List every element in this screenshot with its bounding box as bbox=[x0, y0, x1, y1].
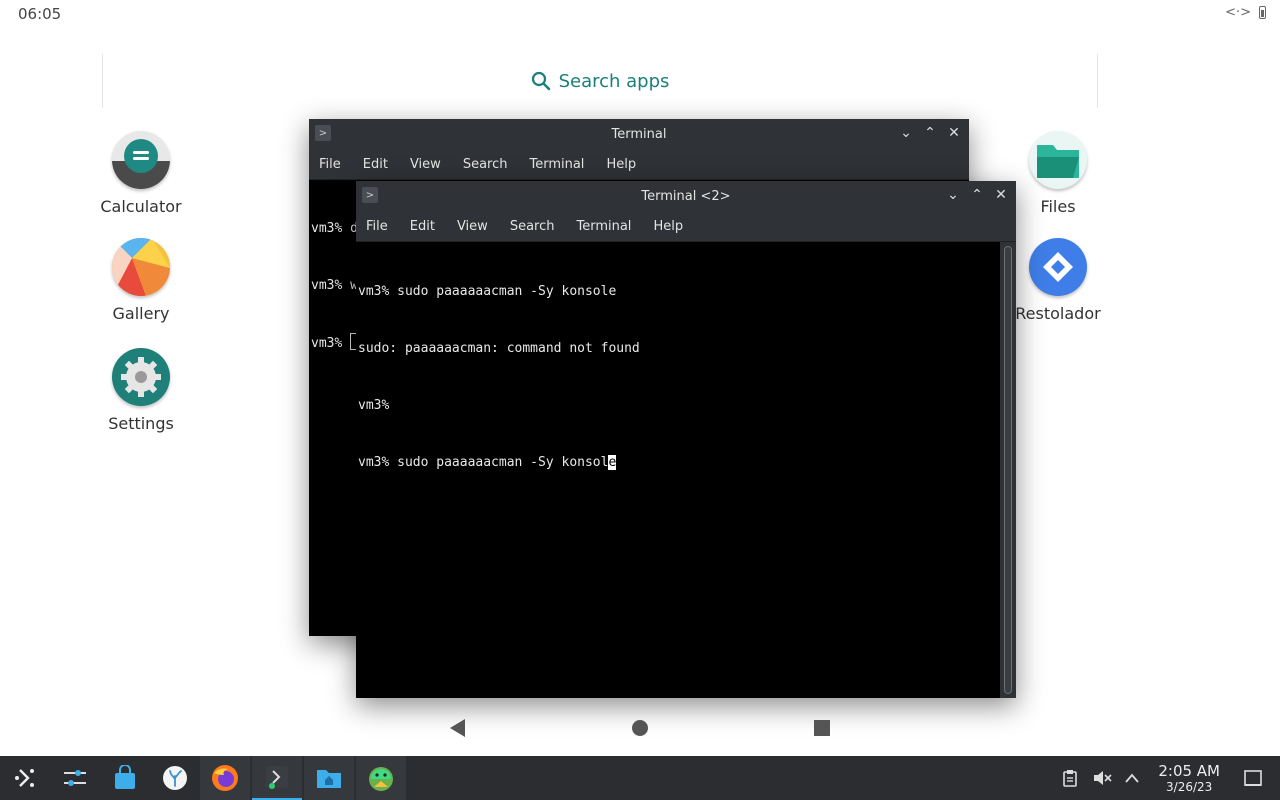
app-label: Files bbox=[1040, 197, 1076, 216]
taskbar-firefox-button[interactable] bbox=[200, 756, 250, 800]
menu-terminal[interactable]: Terminal bbox=[529, 157, 584, 172]
taskbar-android-button[interactable] bbox=[356, 756, 406, 800]
app-label: Calculator bbox=[100, 197, 182, 216]
menu-view[interactable]: View bbox=[410, 157, 441, 172]
app-label: Settings bbox=[108, 414, 174, 433]
menu-help[interactable]: Help bbox=[653, 219, 683, 234]
files-folder-icon bbox=[1029, 131, 1087, 189]
clock-date: 3/26/23 bbox=[1166, 779, 1213, 794]
status-bar-time: 06:05 bbox=[18, 5, 62, 23]
store-bag-icon bbox=[115, 765, 135, 789]
window-titlebar[interactable]: > Terminal <2> ⌄ ⌃ ✕ bbox=[356, 181, 1016, 211]
search-icon bbox=[531, 71, 550, 91]
android-icon bbox=[369, 767, 393, 791]
menu-file[interactable]: File bbox=[319, 157, 341, 172]
taskbar-clock[interactable]: 2:05 AM 3/26/23 bbox=[1158, 761, 1220, 794]
show-desktop-icon[interactable] bbox=[1244, 769, 1262, 787]
restolador-icon bbox=[1029, 238, 1087, 296]
app-restolador[interactable]: Restolador bbox=[998, 238, 1118, 323]
minimize-icon[interactable]: ⌄ bbox=[946, 186, 960, 204]
menu-terminal[interactable]: Terminal bbox=[576, 219, 631, 234]
app-label: Gallery bbox=[112, 304, 170, 323]
back-icon[interactable] bbox=[448, 718, 468, 738]
chevron-up-icon[interactable] bbox=[1124, 772, 1140, 784]
recents-icon[interactable] bbox=[813, 718, 831, 738]
scrollbar[interactable] bbox=[1000, 242, 1016, 698]
menu-file[interactable]: File bbox=[366, 219, 388, 234]
terminal-line: vm3% sudo paaaaaacman -Sy konsole bbox=[358, 455, 617, 470]
search-apps-bar[interactable]: Search apps bbox=[102, 54, 1098, 108]
coral-app-icon bbox=[163, 766, 187, 790]
terminal-line: sudo: paaaaaacman: command not found bbox=[358, 341, 640, 356]
home-icon[interactable] bbox=[631, 718, 649, 738]
app-gallery[interactable]: Gallery bbox=[81, 238, 201, 323]
taskbar-app-button[interactable] bbox=[150, 756, 200, 800]
close-icon[interactable]: ✕ bbox=[994, 186, 1008, 204]
volume-muted-icon[interactable] bbox=[1092, 769, 1112, 787]
firefox-icon bbox=[212, 765, 238, 791]
menu-search[interactable]: Search bbox=[510, 219, 555, 234]
window-title: Terminal bbox=[611, 126, 667, 142]
status-icons: <·> bbox=[1225, 5, 1266, 20]
taskbar-settings-button[interactable] bbox=[50, 756, 100, 800]
terminal-app-icon: > bbox=[362, 187, 378, 203]
sliders-icon bbox=[64, 770, 86, 786]
app-label: Restolador bbox=[1015, 304, 1101, 323]
folder-icon bbox=[317, 770, 341, 788]
settings-gear-icon bbox=[112, 348, 170, 406]
menu-edit[interactable]: Edit bbox=[410, 219, 435, 234]
app-launcher-button[interactable] bbox=[0, 756, 50, 800]
taskbar-terminal-button[interactable] bbox=[252, 756, 302, 800]
battery-icon bbox=[1259, 6, 1266, 19]
terminal-window-2[interactable]: > Terminal <2> ⌄ ⌃ ✕ File Edit View Sear… bbox=[356, 181, 1016, 698]
menubar: File Edit View Search Terminal Help bbox=[356, 211, 1016, 242]
window-title: Terminal <2> bbox=[641, 188, 731, 204]
menu-edit[interactable]: Edit bbox=[363, 157, 388, 172]
maximize-icon[interactable]: ⌃ bbox=[923, 124, 937, 142]
app-calculator[interactable]: Calculator bbox=[81, 131, 201, 216]
app-settings[interactable]: Settings bbox=[81, 348, 201, 433]
terminal-cursor: e bbox=[608, 455, 617, 470]
terminal-line: vm3% sudo paaaaaacman -Sy konsole bbox=[358, 284, 617, 299]
app-files[interactable]: Files bbox=[998, 131, 1118, 216]
close-icon[interactable]: ✕ bbox=[947, 124, 961, 142]
maximize-icon[interactable]: ⌃ bbox=[970, 186, 984, 204]
terminal-output[interactable]: vm3% sudo paaaaaacman -Sy konsole sudo: … bbox=[356, 242, 1016, 511]
data-sync-icon: <·> bbox=[1225, 5, 1251, 20]
minimize-icon[interactable]: ⌄ bbox=[899, 124, 913, 142]
calculator-icon bbox=[112, 131, 170, 189]
taskbar: 2:05 AM 3/26/23 bbox=[0, 756, 1280, 800]
menu-search[interactable]: Search bbox=[463, 157, 508, 172]
launcher-icon bbox=[15, 769, 34, 787]
menu-view[interactable]: View bbox=[457, 219, 488, 234]
scrollbar-thumb[interactable] bbox=[1004, 246, 1012, 694]
terminal-app-icon: > bbox=[315, 125, 331, 141]
terminal-icon bbox=[266, 766, 288, 789]
taskbar-discover-button[interactable] bbox=[100, 756, 150, 800]
menubar: File Edit View Search Terminal Help bbox=[309, 149, 969, 180]
search-apps-label: Search apps bbox=[558, 70, 670, 92]
clock-time: 2:05 AM bbox=[1158, 761, 1220, 780]
system-tray: 2:05 AM 3/26/23 bbox=[1062, 756, 1280, 800]
gallery-icon bbox=[112, 238, 170, 296]
terminal-line: vm3% bbox=[358, 398, 390, 413]
taskbar-files-button[interactable] bbox=[304, 756, 354, 800]
menu-help[interactable]: Help bbox=[606, 157, 636, 172]
clipboard-icon[interactable] bbox=[1062, 769, 1078, 787]
window-titlebar[interactable]: > Terminal ⌄ ⌃ ✕ bbox=[309, 119, 969, 149]
